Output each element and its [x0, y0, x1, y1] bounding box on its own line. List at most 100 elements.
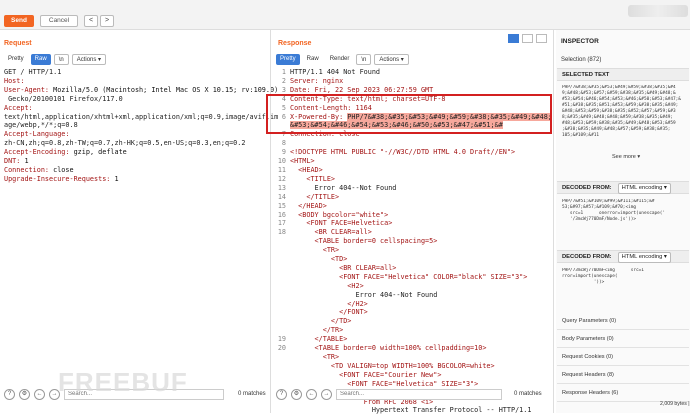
response-line: 15 </HEAD>	[276, 202, 548, 211]
inspector-divider[interactable]	[553, 30, 554, 413]
help-icon[interactable]: ?	[4, 388, 15, 400]
response-actions-menu[interactable]: Actions ▾	[374, 53, 409, 65]
watermark: FREEBUF	[58, 367, 188, 397]
response-line-text: </TABLE>	[290, 335, 348, 344]
request-actions-menu[interactable]: Actions ▾	[71, 53, 107, 65]
settings-icon[interactable]: ⚙	[291, 388, 302, 400]
response-line: 14 </TITLE>	[276, 193, 548, 202]
line-number: 17	[277, 219, 286, 228]
line-number: 8	[281, 139, 286, 148]
layout-vertical-icon[interactable]	[536, 34, 547, 43]
decoded-header-2[interactable]: DECODED FROM: HTML encoding ▾	[557, 250, 689, 263]
selected-text-header[interactable]: SELECTED TEXT	[557, 68, 689, 81]
response-line: 18 <BR CLEAR=all>	[276, 228, 548, 237]
decoded-encoding-select-2[interactable]: HTML encoding ▾	[617, 252, 671, 263]
response-footer: ? ⚙ ← → 0 matches	[276, 384, 550, 404]
byte-count: 2,009 bytes |	[660, 401, 690, 407]
request-line: Accept-Language:	[4, 130, 70, 139]
line-number: 13	[277, 183, 286, 192]
response-tab-render[interactable]: Render	[326, 54, 354, 65]
line-number: 11	[277, 165, 286, 174]
response-line: 10 <HTML>	[276, 157, 548, 166]
response-line: 12 <TITLE>	[276, 175, 548, 184]
response-line-text: <BODY bgcolor="white">	[290, 210, 389, 219]
request-title: Request	[4, 40, 32, 47]
inspector-body-params[interactable]: Body Parameters (0)	[557, 330, 689, 348]
response-line-text: <!DOCTYPE HTML PUBLIC "-//W3C//DTD HTML …	[290, 148, 516, 157]
selection-count: Selection (872)	[561, 57, 602, 63]
response-line: </H2>	[276, 300, 548, 309]
response-line: </TD>	[276, 317, 548, 326]
settings-icon[interactable]: ⚙	[19, 388, 30, 400]
request-tab-raw[interactable]: Raw	[30, 53, 51, 65]
send-button[interactable]: Send	[4, 15, 34, 27]
request-line: DNT: 1	[4, 157, 29, 166]
inspector-response-headers[interactable]: Response Headers (6)	[557, 384, 689, 402]
request-line: age/webp,*/*;q=0.8	[4, 121, 78, 130]
back-button[interactable]: <	[84, 15, 98, 27]
decoded-encoding-select-1[interactable]: HTML encoding ▾	[617, 183, 671, 194]
response-tab-raw[interactable]: Raw	[303, 54, 323, 65]
response-line-text: </HEAD>	[290, 201, 327, 210]
response-line: 1 HTTP/1.1 404 Not Found	[276, 68, 548, 77]
top-toolbar: Send Cancel < >	[0, 0, 690, 30]
pane-divider[interactable]	[270, 30, 271, 413]
request-line: Upgrade-Insecure-Requests: 1	[4, 174, 119, 183]
response-line-text: <TABLE border=0 width=100% cellpadding=1…	[290, 344, 487, 353]
see-more-label: See more	[612, 154, 636, 160]
response-matches: 0 matches	[514, 391, 542, 397]
response-line-text: <TD>	[290, 255, 348, 264]
see-more-button[interactable]: See more ▾	[612, 154, 640, 160]
line-number: 15	[277, 201, 286, 210]
line-number: 20	[277, 344, 286, 353]
line-number: 19	[277, 335, 286, 344]
line-number: 12	[277, 174, 286, 183]
response-tab-newline[interactable]: \n	[356, 53, 372, 65]
request-tab-pretty[interactable]: Pretty	[4, 54, 28, 65]
response-search-input[interactable]	[336, 388, 502, 400]
request-line: Accept:	[4, 103, 33, 112]
response-line-text: <H2>	[290, 281, 364, 290]
response-line-text: </TITLE>	[290, 192, 340, 201]
response-line-text: <TR>	[290, 353, 340, 361]
request-editor[interactable]: GET / HTTP/1.1 Host: User-Agent: Mozilla/5…	[4, 68, 279, 184]
help-icon[interactable]: ?	[276, 388, 287, 400]
line-number: 16	[277, 210, 286, 219]
response-line-text: HTTP/1.1 404 Not Found	[290, 68, 381, 76]
prev-match-icon[interactable]: ←	[306, 388, 317, 400]
response-line: Hypertext Transfer Protocol -- HTTP/1.1	[276, 406, 548, 415]
line-number: 10	[277, 157, 286, 166]
response-line: <BR CLEAR=all>	[276, 264, 548, 273]
response-line: 16 <BODY bgcolor="white">	[276, 211, 548, 220]
layout-horizontal-icon[interactable]	[522, 34, 533, 43]
response-line-text: </FONT>	[290, 308, 368, 317]
response-line-text: <HTML>	[290, 157, 315, 166]
inspector-query-params[interactable]: Query Parameters (0)	[557, 312, 689, 330]
response-line-text: Error 404--Not Found	[290, 290, 438, 299]
line-number: 2	[281, 76, 286, 85]
layout-split-icon[interactable]	[508, 34, 519, 43]
response-line-text: <BR CLEAR=all>	[290, 263, 397, 272]
selected-text-title: SELECTED TEXT	[562, 72, 610, 78]
response-line-text: <TR>	[290, 246, 340, 255]
prev-match-icon[interactable]: ←	[34, 388, 45, 400]
response-line: 20 <TABLE border=0 width=100% cellpaddin…	[276, 344, 548, 353]
response-tab-pretty[interactable]: Pretty	[276, 53, 300, 65]
response-line-text: <FONT FACE="Courier New">	[290, 370, 442, 379]
inspector-request-cookies[interactable]: Request Cookies (0)	[557, 348, 689, 366]
response-line: 19 </TABLE>	[276, 335, 548, 344]
request-cookies-label: Request Cookies (0)	[562, 354, 613, 360]
inspector-request-headers[interactable]: Request Headers (8)	[557, 366, 689, 384]
response-line: 17 <FONT FACE=Helvetica>	[276, 219, 548, 228]
request-line: text/html,application/xhtml+xml,applicat…	[4, 112, 279, 121]
cancel-button[interactable]: Cancel	[40, 15, 78, 27]
next-match-icon[interactable]: →	[321, 388, 332, 400]
decoded-text-1: PHP/7&#51;&#109;&#99;&#111;&#115;&# 53;&…	[562, 199, 666, 222]
request-tab-newline[interactable]: \n	[53, 53, 69, 65]
response-line-text: <FONT FACE="Helvetica" COLOR="black" SIZ…	[290, 272, 528, 281]
request-matches: 0 matches	[238, 391, 266, 397]
decoded-header-1[interactable]: DECODED FROM: HTML encoding ▾	[557, 181, 689, 194]
response-line-text: </TR>	[290, 326, 344, 335]
forward-button[interactable]: >	[100, 15, 114, 27]
response-line: </FONT>	[276, 308, 548, 317]
